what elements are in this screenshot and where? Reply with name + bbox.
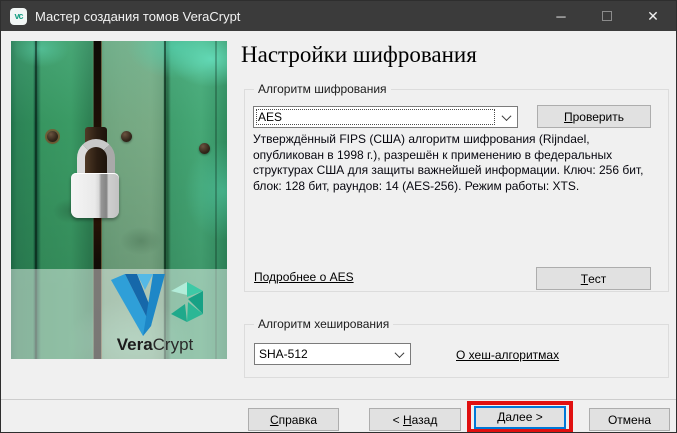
chevron-down-icon bbox=[388, 351, 410, 358]
encryption-algorithm-value: AES bbox=[254, 110, 495, 124]
algorithm-description: Утверждённый FIPS (США) алгоритм шифрова… bbox=[253, 132, 657, 194]
footer-divider bbox=[1, 399, 676, 400]
close-icon: ✕ bbox=[647, 8, 659, 25]
bolt bbox=[47, 131, 58, 142]
encryption-group-label: Алгоритм шифрования bbox=[254, 82, 391, 96]
back-button-prefix: < bbox=[393, 413, 403, 427]
chevron-down-icon bbox=[495, 114, 517, 121]
hash-group-label: Алгоритм хеширования bbox=[254, 317, 393, 331]
back-button-label: азад bbox=[412, 413, 438, 427]
minimize-button[interactable]: ─ bbox=[538, 1, 584, 31]
door-lock-photo: VeraCrypt bbox=[11, 41, 227, 359]
help-button[interactable]: Справка bbox=[248, 408, 339, 431]
test-button-accesskey: Т bbox=[581, 272, 588, 286]
cancel-button-label: Отмена bbox=[608, 413, 651, 427]
more-about-aes-link[interactable]: Подробнее о AES bbox=[254, 270, 354, 284]
hash-info-link[interactable]: О хеш-алгоритмах bbox=[456, 348, 559, 362]
veracrypt-app-icon[interactable]: vc bbox=[10, 8, 27, 25]
help-button-accesskey: С bbox=[270, 413, 279, 427]
window-controls: ─ ✕ bbox=[538, 1, 676, 31]
window-title: Мастер создания томов VeraCrypt bbox=[35, 9, 538, 24]
help-button-label: правка bbox=[279, 413, 317, 427]
titlebar[interactable]: vc Мастер создания томов VeraCrypt ─ ✕ bbox=[1, 1, 676, 31]
test-button-label: ест bbox=[588, 272, 606, 286]
veracrypt-logo-icon bbox=[111, 274, 207, 336]
benchmark-button-accesskey: П bbox=[564, 110, 573, 124]
next-button-accesskey: Д bbox=[497, 410, 505, 424]
bolt bbox=[121, 131, 132, 142]
encryption-algorithm-select[interactable]: AES bbox=[253, 106, 518, 128]
maximize-icon bbox=[602, 11, 612, 21]
benchmark-button[interactable]: Проверить bbox=[537, 105, 651, 128]
veracrypt-logo-text: VeraCrypt bbox=[97, 335, 213, 355]
next-button-label: алее > bbox=[505, 410, 542, 424]
close-button[interactable]: ✕ bbox=[630, 1, 676, 31]
back-button-accesskey: Н bbox=[403, 413, 412, 427]
back-button[interactable]: < Назад bbox=[369, 408, 461, 431]
logo-crypt: Crypt bbox=[153, 335, 194, 354]
red-highlight-annotation: Далее > bbox=[467, 401, 573, 433]
test-button[interactable]: Тест bbox=[536, 267, 651, 290]
padlock-body bbox=[71, 173, 119, 218]
cancel-button[interactable]: Отмена bbox=[589, 408, 670, 431]
next-button[interactable]: Далее > bbox=[474, 406, 566, 429]
logo-vera: Vera bbox=[117, 335, 153, 354]
hash-algorithm-value: SHA-512 bbox=[255, 347, 388, 361]
hash-algorithm-select[interactable]: SHA-512 bbox=[254, 343, 411, 365]
minimize-icon: ─ bbox=[556, 9, 565, 24]
page-title: Настройки шифрования bbox=[241, 42, 477, 68]
logo-overlay: VeraCrypt bbox=[11, 269, 227, 359]
veracrypt-wizard-window: vc Мастер создания томов VeraCrypt ─ ✕ bbox=[0, 0, 677, 433]
maximize-button bbox=[584, 1, 630, 31]
benchmark-button-label: роверить bbox=[573, 110, 624, 124]
bolt bbox=[199, 143, 210, 154]
